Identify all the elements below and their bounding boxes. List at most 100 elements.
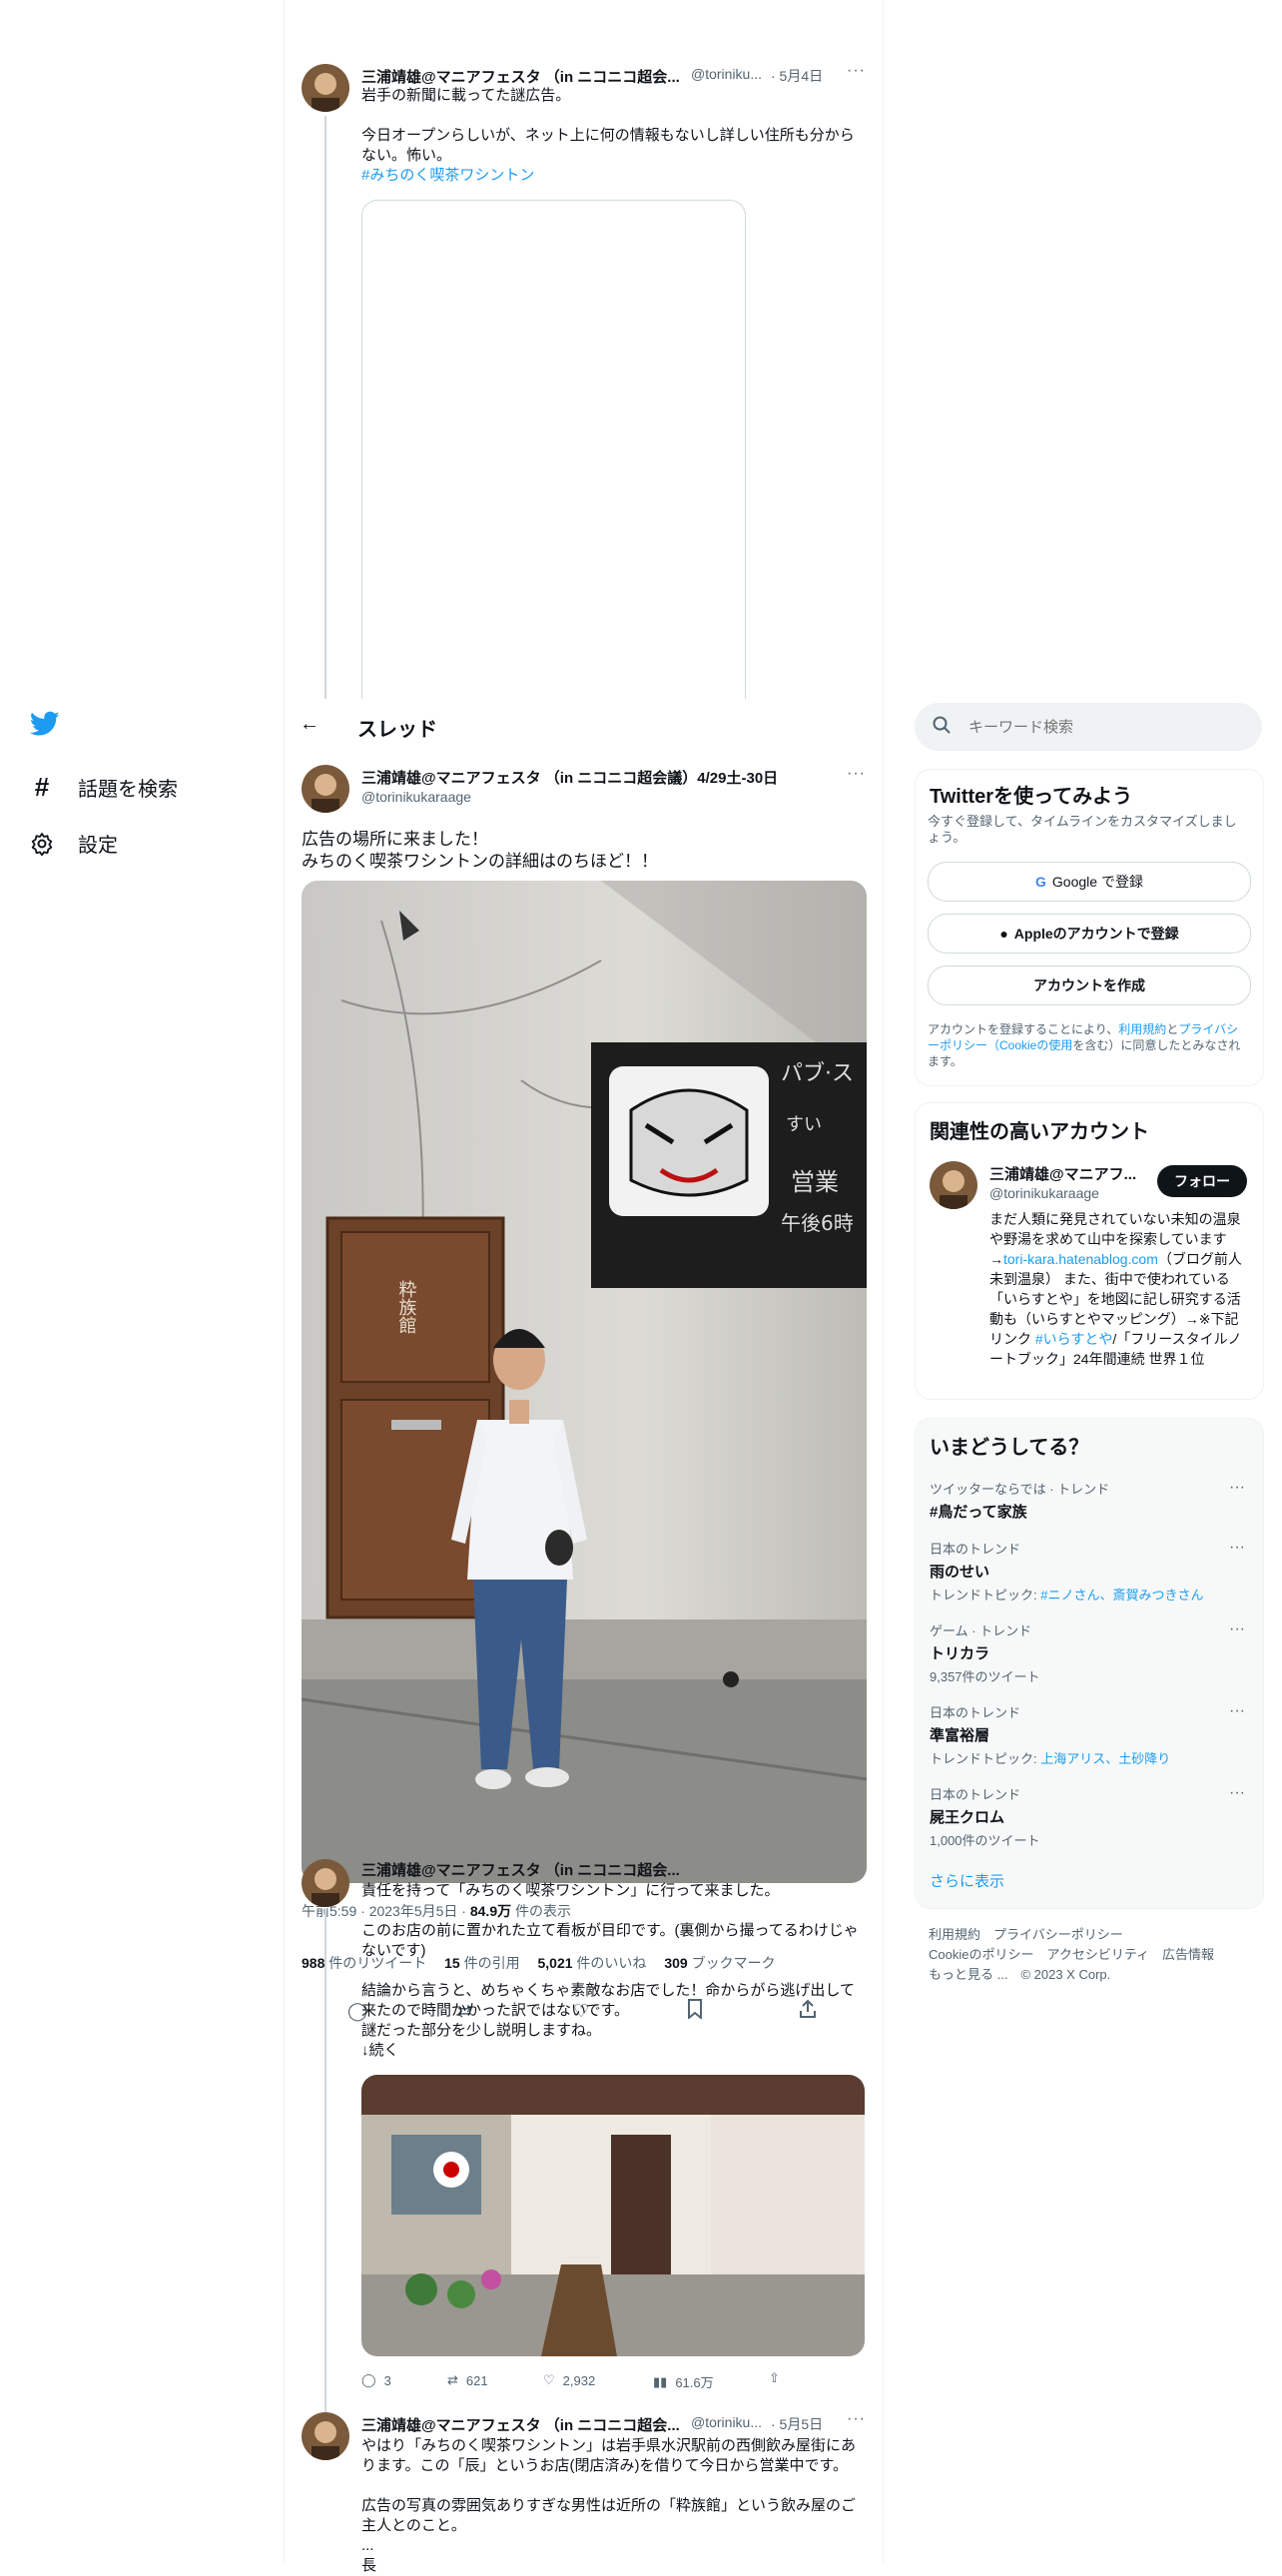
svg-text:営業: 営業 (791, 1168, 839, 1196)
more-icon[interactable]: ··· (847, 2410, 866, 2428)
footer-line[interactable]: もっと見る ... © 2023 X Corp. (929, 1965, 1214, 1985)
more-icon[interactable]: ··· (1229, 1784, 1245, 1802)
more-icon[interactable]: ··· (1229, 1620, 1245, 1638)
tweet-date[interactable]: · 5月5日 (771, 2414, 823, 2434)
trend-category: ゲーム · トレンド (930, 1623, 1032, 1638)
related-bio: まだ人類に発見されていない未知の温泉や野湯を求めて山中を探索しています→tori… (989, 1211, 1242, 1367)
avatar[interactable] (302, 1859, 349, 1907)
reply-icon: ◯ (361, 2372, 376, 2387)
more-icon[interactable]: ··· (1229, 1479, 1245, 1497)
trend-title: 屍王クロム (930, 1809, 1005, 1826)
trend-category: 日本のトレンド (930, 1787, 1021, 1802)
views-icon: ▮▮ (653, 2373, 668, 2389)
apple-icon: ● (999, 926, 1008, 942)
more-icon[interactable]: ··· (1229, 1702, 1245, 1720)
nav-settings-label: 設定 (78, 835, 118, 857)
reply-button[interactable]: ◯ 3 (361, 2372, 391, 2388)
thread-line (324, 1911, 326, 2420)
more-icon[interactable]: ··· (847, 62, 866, 80)
show-more-link[interactable]: さらに表示 (930, 1870, 1004, 1891)
trend-item[interactable]: ゲーム · トレンド トリカラ 9,357件のツイート ··· (930, 1620, 1249, 1685)
trend-category: 日本のトレンド (930, 1542, 1021, 1557)
tweet-photo[interactable] (361, 2075, 865, 2356)
hashtag-link[interactable]: #みちのく喫茶ワシントン (361, 166, 534, 186)
trend-meta: トレンドトピック: 上海アリス、土砂降り (930, 1751, 1171, 1766)
search-box[interactable] (915, 703, 1262, 751)
nav-settings[interactable]: 設定 (28, 829, 118, 858)
signup-desc: 今すぐ登録して、タイムラインをカスタマイズしましょう。 (928, 814, 1237, 845)
trend-item[interactable]: ツイッターならでは · トレンド #鳥だって家族 ··· (930, 1479, 1249, 1522)
related-name[interactable]: 三浦靖雄@マニアフ... (989, 1163, 1139, 1184)
more-icon[interactable]: ··· (1229, 1539, 1245, 1557)
related-title: 関連性の高いアカウント (930, 1121, 1149, 1143)
footer-line[interactable]: Cookieのポリシー アクセシビリティ 広告情報 (929, 1945, 1214, 1965)
trend-title: 雨のせい (930, 1564, 990, 1581)
like-count: 2,932 (562, 2372, 596, 2388)
author-name[interactable]: 三浦靖雄@マニアフェスタ （in ニコニコ超会... (361, 1859, 683, 1880)
more-icon[interactable]: ··· (847, 765, 866, 783)
views-button[interactable]: ▮▮ 61.6万 (653, 2372, 714, 2391)
trend-title: 準富裕層 (930, 1727, 990, 1744)
trends-card: いまどうしてる？ ツイッターならでは · トレンド #鳥だって家族 ··· 日本… (915, 1418, 1264, 1909)
author-handle[interactable]: @toriniku... (691, 66, 762, 82)
avatar[interactable] (302, 2412, 349, 2460)
author-name[interactable]: 三浦靖雄@マニアフェスタ （in ニコニコ超会... (361, 2414, 683, 2435)
related-accounts-card: 関連性の高いアカウント 三浦靖雄@マニアフ... @torinikukaraag… (915, 1102, 1264, 1400)
bio-hashtag[interactable]: #いらすとや (1035, 1331, 1113, 1347)
related-handle[interactable]: @torinikukaraage (989, 1185, 1099, 1201)
arrow-left-icon[interactable]: ← (300, 713, 320, 736)
trend-item[interactable]: 日本のトレンド 雨のせい トレンドトピック: #ニノさん、斎賀みつきさん ··· (930, 1539, 1249, 1604)
avatar[interactable] (930, 1161, 977, 1209)
create-account-label: アカウントを作成 (1033, 977, 1145, 993)
tweet-photo[interactable]: パブ·ス すい 営業 午後6時 粋族館 (302, 881, 867, 1883)
twitter-logo-icon[interactable] (29, 711, 60, 742)
avatar[interactable] (302, 765, 349, 813)
terms-link[interactable]: 利用規約 (1118, 1022, 1166, 1036)
column-divider-right (883, 0, 884, 2564)
media-placeholder[interactable] (361, 200, 746, 710)
trend-meta: トレンドトピック: #ニノさん、斎賀みつきさん (930, 1588, 1204, 1603)
trend-item[interactable]: 日本のトレンド 屍王クロム 1,000件のツイート ··· (930, 1784, 1249, 1849)
like-icon: ♡ (543, 2372, 555, 2387)
avatar[interactable] (302, 64, 349, 112)
like-button[interactable]: ♡ 2,932 (543, 2372, 595, 2388)
google-signup-button[interactable]: G Google で登録 (928, 862, 1251, 902)
tweet-date[interactable]: · 5月4日 (771, 66, 823, 86)
reply-count: 3 (383, 2372, 391, 2388)
search-icon (933, 716, 951, 739)
trend-title: #鳥だって家族 (930, 1504, 1027, 1521)
author-name[interactable]: 三浦靖雄@マニアフェスタ （in ニコニコ超会議）4/29土-30日 (361, 767, 831, 788)
gear-icon (28, 832, 56, 856)
retweet-button[interactable]: ⇄ 621 (447, 2372, 488, 2388)
signup-title: Twitterを使ってみよう (930, 786, 1133, 808)
author-handle[interactable]: @toriniku... (691, 2414, 762, 2430)
signup-card: Twitterを使ってみよう 今すぐ登録して、タイムラインをカスタマイズしましょ… (915, 769, 1264, 1086)
search-input[interactable] (966, 717, 1230, 737)
trend-item[interactable]: 日本のトレンド 準富裕層 トレンドトピック: 上海アリス、土砂降り ··· (930, 1702, 1249, 1767)
page-title: スレッド (357, 719, 437, 741)
trend-meta: 1,000件のツイート (930, 1833, 1040, 1848)
trend-category: ツイッターならでは · トレンド (930, 1482, 1110, 1497)
footer-links: 利用規約 プライバシーポリシー Cookieのポリシー アクセシビリティ 広告情… (929, 1925, 1214, 1985)
bio-link[interactable]: tori-kara.hatenablog.com (1003, 1251, 1158, 1267)
apple-signup-button[interactable]: ● Appleのアカウントで登録 (928, 914, 1251, 954)
follow-button[interactable]: フォロー (1157, 1165, 1247, 1197)
column-divider-left (284, 0, 285, 2564)
nav-explore[interactable]: # 話題を検索 (28, 772, 178, 803)
tweet-text: 広告の場所に来ました！ みちのく喫茶ワシントンの詳細はのちほど！！ (302, 830, 658, 871)
footer-line[interactable]: 利用規約 プライバシーポリシー (929, 1925, 1214, 1945)
svg-text:すい: すい (786, 1114, 822, 1135)
apple-signup-label: Appleのアカウントで登録 (1013, 926, 1179, 942)
retweet-count: 621 (465, 2372, 488, 2388)
trends-title: いまどうしてる？ (930, 1437, 1089, 1459)
google-signup-label: Google で登録 (1051, 874, 1143, 890)
svg-text:パブ·ス: パブ·ス (781, 1061, 854, 1086)
author-handle[interactable]: @torinikukaraage (361, 789, 471, 805)
create-account-button[interactable]: アカウントを作成 (928, 966, 1251, 1005)
tweet-text: 岩手の新聞に載ってた謎広告。 今日オープンらしいが、ネット上に何の情報もないし詳… (361, 87, 855, 164)
share-button[interactable]: ⇧ (769, 2370, 780, 2386)
author-name[interactable]: 三浦靖雄@マニアフェスタ （in ニコニコ超会... (361, 66, 683, 87)
trend-meta: 9,357件のツイート (930, 1669, 1040, 1684)
tweet-text: やはり「みちのく喫茶ワシントン」は岩手県水沢駅前の西側飲み屋街にあります。この「… (361, 2437, 857, 2574)
trend-category: 日本のトレンド (930, 1705, 1021, 1720)
